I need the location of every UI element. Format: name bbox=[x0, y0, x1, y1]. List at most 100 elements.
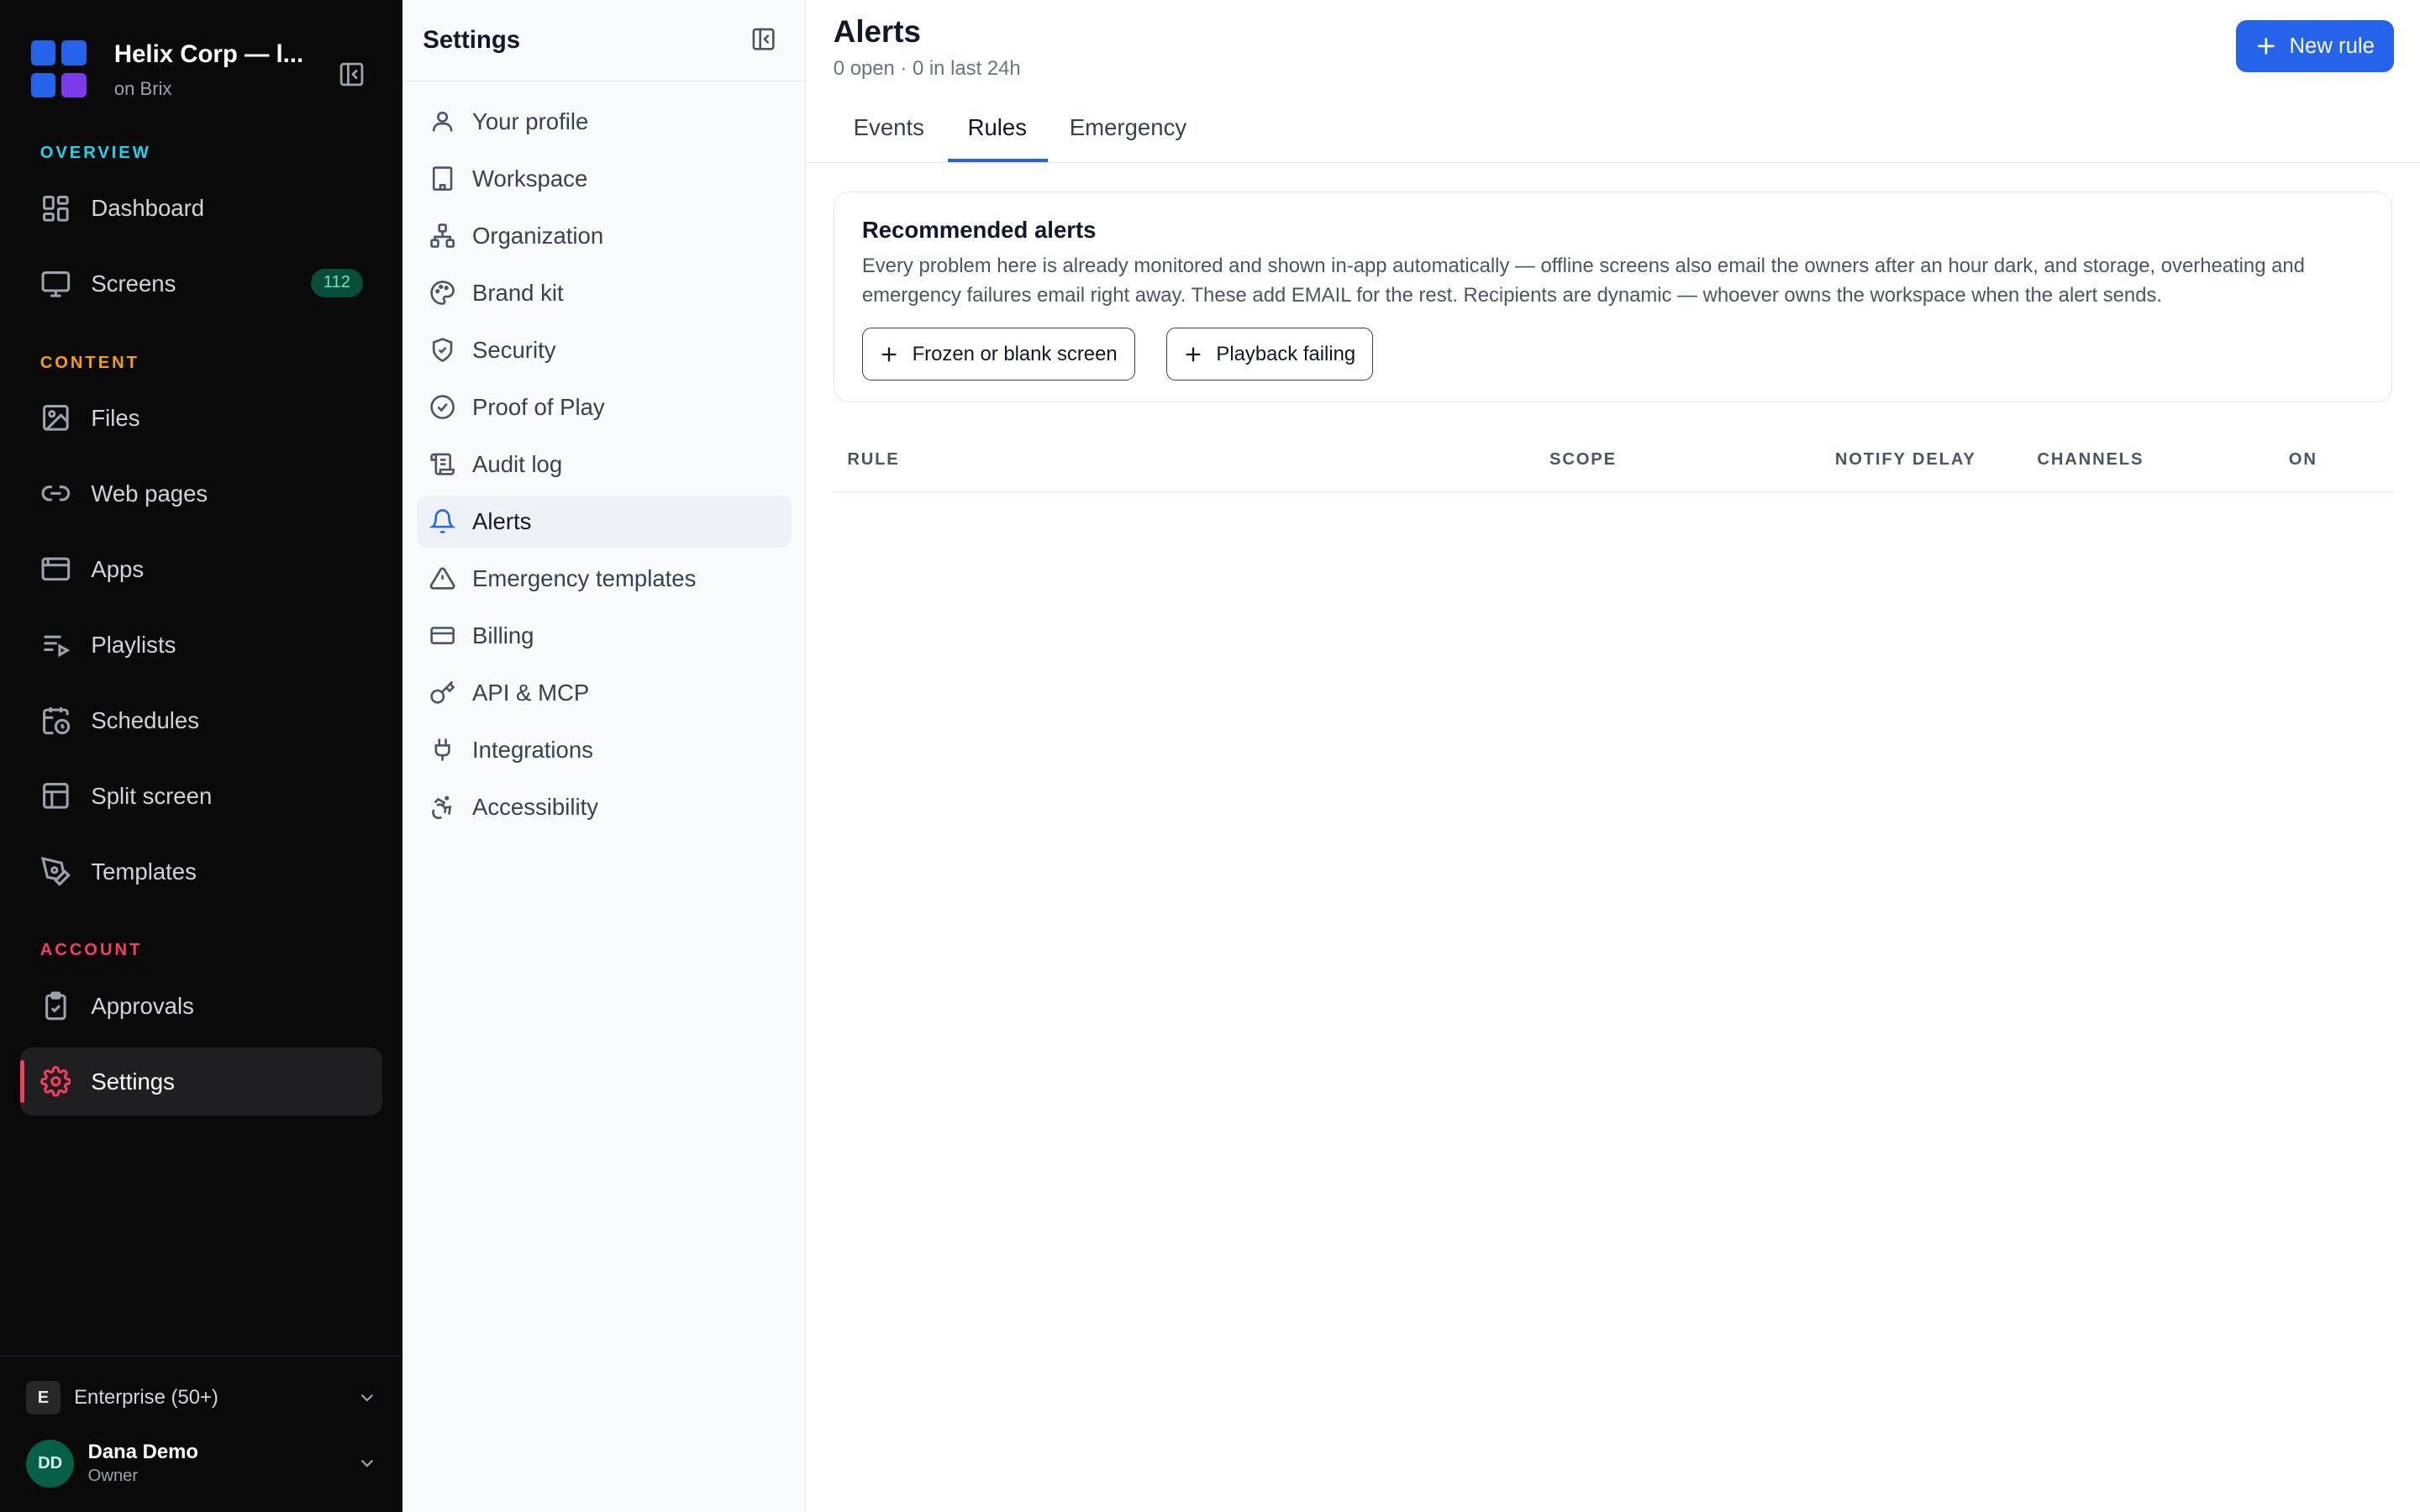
nav-split-screen[interactable]: Split screen bbox=[20, 762, 383, 830]
user-role: Owner bbox=[87, 1467, 139, 1486]
recommended-alerts-description: Every problem here is already monitored … bbox=[861, 255, 2305, 307]
new-rule-button[interactable]: New rule bbox=[2236, 19, 2394, 73]
scroll-icon bbox=[429, 453, 455, 475]
settings-item-api-mcp[interactable]: API & MCP bbox=[417, 666, 792, 718]
dashboard-icon bbox=[42, 195, 69, 222]
nav-playlists[interactable]: Playlists bbox=[20, 611, 383, 679]
nav-files[interactable]: Files bbox=[20, 384, 383, 452]
palette-icon bbox=[429, 281, 455, 306]
settings-item-your-profile[interactable]: Your profile bbox=[417, 96, 792, 148]
settings-item-proof-of-play[interactable]: Proof of Play bbox=[417, 381, 792, 433]
settings-item-label: Billing bbox=[472, 622, 534, 648]
settings-item-label: API & MCP bbox=[472, 679, 590, 706]
nav-dashboard-label: Dashboard bbox=[91, 194, 205, 221]
add-playback-failing-button[interactable]: Playback failing bbox=[1165, 328, 1374, 381]
nav-apps[interactable]: Apps bbox=[20, 535, 383, 603]
rules-table-header: RULE SCOPE NOTIFY DELAY CHANNELS ON bbox=[833, 432, 2394, 492]
settings-item-security[interactable]: Security bbox=[417, 324, 792, 376]
tab-events[interactable]: Events bbox=[854, 114, 924, 141]
nav-settings-label: Settings bbox=[91, 1068, 175, 1095]
shield-icon bbox=[432, 338, 452, 363]
chevron-down-icon bbox=[360, 1394, 374, 1402]
credit-card-icon bbox=[429, 627, 455, 645]
workspace-switcher[interactable]: Helix Corp — l... on Brix bbox=[30, 40, 303, 100]
plan-selector[interactable]: E Enterprise (50+) bbox=[26, 1380, 378, 1415]
settings-item-label: Your profile bbox=[472, 108, 589, 135]
plus-icon bbox=[1186, 347, 1201, 362]
settings-item-brand-kit[interactable]: Brand kit bbox=[417, 267, 792, 319]
active-tab-indicator bbox=[947, 159, 1049, 162]
nav-web-pages[interactable]: Web pages bbox=[20, 459, 383, 528]
collapse-settings-icon[interactable] bbox=[750, 26, 776, 52]
layout-icon bbox=[42, 783, 69, 810]
settings-item-label: Accessibility bbox=[472, 793, 599, 820]
nav-playlists-label: Playlists bbox=[91, 631, 176, 658]
tabs-divider bbox=[805, 162, 2420, 163]
page-subtitle: 0 open · 0 in last 24h bbox=[833, 56, 1021, 80]
nav-files-label: Files bbox=[91, 404, 140, 431]
settings-panel: Settings Your profile Workspace Organiza… bbox=[402, 0, 806, 1512]
settings-item-organization[interactable]: Organization bbox=[417, 210, 792, 262]
settings-item-label: Security bbox=[472, 336, 556, 363]
nav-templates[interactable]: Templates bbox=[20, 837, 383, 906]
settings-item-alerts[interactable]: Alerts bbox=[416, 495, 792, 549]
column-rule[interactable]: RULE bbox=[847, 450, 899, 470]
settings-item-audit-log[interactable]: Audit log bbox=[417, 438, 792, 491]
settings-item-label: Workspace bbox=[472, 165, 588, 192]
collapse-sidebar-icon[interactable] bbox=[338, 60, 366, 88]
settings-item-integrations[interactable]: Integrations bbox=[417, 723, 792, 775]
gear-icon bbox=[39, 1066, 71, 1097]
accessibility-icon bbox=[431, 795, 451, 820]
section-content: CONTENT bbox=[39, 353, 139, 372]
app-root: Helix Corp — l... on Brix OVERVIEW Dashb… bbox=[0, 0, 2420, 1512]
nav-apps-label: Apps bbox=[91, 555, 145, 582]
sidebar-footer-divider bbox=[0, 1356, 403, 1357]
key-icon bbox=[429, 680, 455, 704]
nav-web-pages-label: Web pages bbox=[91, 480, 208, 507]
column-scope[interactable]: SCOPE bbox=[1549, 450, 1617, 470]
settings-item-label: Brand kit bbox=[472, 279, 564, 306]
nav-settings[interactable]: Settings bbox=[19, 1047, 383, 1116]
nav-schedules[interactable]: Schedules bbox=[20, 686, 383, 754]
settings-item-emergency-templates[interactable]: Emergency templates bbox=[417, 553, 792, 605]
nav-dashboard[interactable]: Dashboard bbox=[20, 175, 383, 243]
add-frozen-blank-screen-button[interactable]: Frozen or blank screen bbox=[861, 328, 1135, 381]
settings-item-accessibility[interactable]: Accessibility bbox=[417, 780, 792, 832]
image-icon bbox=[42, 405, 69, 432]
nav-screens-label: Screens bbox=[91, 270, 176, 297]
nav-templates-label: Templates bbox=[91, 858, 197, 885]
user-menu[interactable]: DD Dana Demo Owner bbox=[26, 1439, 378, 1488]
settings-item-label: Alerts bbox=[472, 507, 532, 534]
settings-item-label: Integrations bbox=[472, 736, 593, 763]
alerts-tabs: Events Rules Emergency bbox=[805, 96, 2420, 164]
tab-rules[interactable]: Rules bbox=[968, 114, 1027, 141]
new-rule-label: New rule bbox=[2289, 34, 2375, 58]
settings-item-billing[interactable]: Billing bbox=[417, 609, 792, 661]
add-playback-failing-label: Playback failing bbox=[1216, 342, 1356, 365]
nav-split-screen-label: Split screen bbox=[91, 782, 213, 809]
settings-item-label: Proof of Play bbox=[472, 393, 605, 420]
settings-item-label: Audit log bbox=[472, 450, 563, 477]
section-account: ACCOUNT bbox=[39, 941, 143, 960]
nav-approvals[interactable]: Approvals bbox=[20, 972, 383, 1040]
chevron-down-icon bbox=[360, 1460, 374, 1467]
column-channels[interactable]: CHANNELS bbox=[2037, 450, 2144, 470]
nav-screens[interactable]: Screens 112 bbox=[20, 250, 383, 318]
plus-icon bbox=[881, 347, 897, 362]
playlist-icon bbox=[44, 636, 70, 658]
recommended-alerts-card: Recommended alerts Every problem here is… bbox=[833, 191, 2392, 403]
settings-item-label: Emergency templates bbox=[472, 564, 697, 591]
settings-item-label: Organization bbox=[472, 223, 604, 249]
add-frozen-blank-screen-label: Frozen or blank screen bbox=[912, 342, 1118, 365]
tab-emergency[interactable]: Emergency bbox=[1070, 114, 1186, 141]
column-notify-delay[interactable]: NOTIFY DELAY bbox=[1835, 450, 1976, 470]
plus-icon bbox=[2258, 38, 2275, 55]
main-sidebar: Helix Corp — l... on Brix OVERVIEW Dashb… bbox=[0, 0, 403, 1512]
settings-item-workspace[interactable]: Workspace bbox=[417, 153, 792, 205]
building-icon bbox=[432, 166, 452, 192]
column-on[interactable]: ON bbox=[2289, 450, 2317, 470]
recommended-alerts-title: Recommended alerts bbox=[861, 217, 1097, 244]
calendar-clock-icon bbox=[42, 707, 70, 735]
settings-title: Settings bbox=[423, 26, 521, 55]
clipboard-check-icon bbox=[45, 991, 66, 1021]
